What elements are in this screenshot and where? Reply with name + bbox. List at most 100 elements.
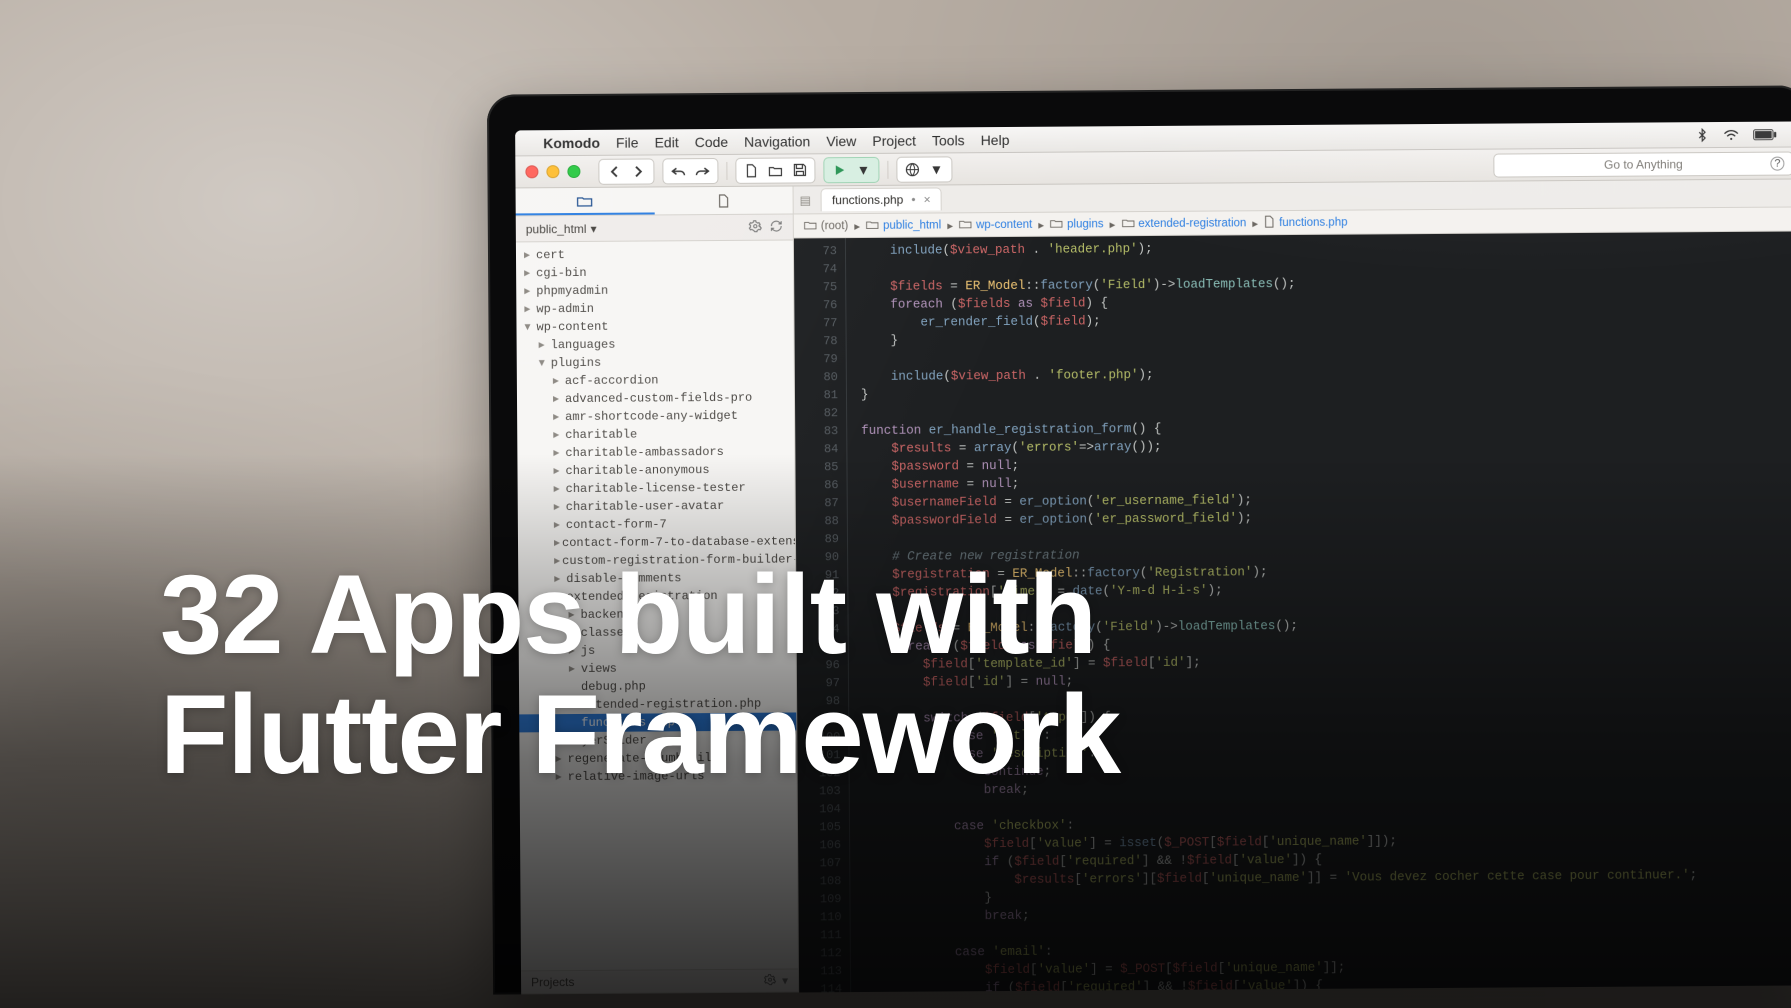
zoom-window-icon[interactable] [567,165,580,178]
laptop-frame: Komodo File Edit Code Navigation View Project… [487,85,1791,994]
sidebar-project-row[interactable]: public_html ▾ [516,214,793,242]
chevron-down-icon[interactable]: ▾ [539,354,549,372]
tree-folder-cert[interactable]: ▸cert [516,244,793,264]
run-dropdown-icon[interactable]: ▾ [854,160,872,178]
sidebar-refresh-icon[interactable] [770,219,783,235]
chevron-right-icon[interactable]: ▸ [524,246,534,264]
chevron-right-icon[interactable]: ▸ [554,480,564,498]
wifi-icon[interactable] [1723,128,1739,140]
save-file-icon[interactable] [790,161,808,179]
chevron-right-icon[interactable]: ▸ [553,372,563,390]
tree-folder-advanced-custom-fields-pro[interactable]: ▸advanced-custom-fields-pro [517,388,794,408]
breadcrumb-separator-icon: ▸ [854,219,860,233]
tree-folder-cgi-bin[interactable]: ▸cgi-bin [516,262,793,282]
sidebar-project-gear-icon[interactable] [749,219,762,235]
chevron-down-icon[interactable]: ▾ [524,318,534,336]
sidebar-tab-files[interactable] [654,186,793,214]
chevron-right-icon[interactable]: ▸ [553,408,563,426]
breadcrumb-item[interactable]: (root) [804,219,849,233]
menubar-item-file[interactable]: File [616,134,639,150]
hero-title-line2: Flutter Framework [160,675,1120,795]
bluetooth-icon[interactable] [1695,128,1709,142]
tree-folder-charitable-license-tester[interactable]: ▸charitable-license-tester [518,478,795,498]
menubar-item-view[interactable]: View [826,133,856,149]
sidebar-project-label: public_html [526,221,587,235]
sidebar-projects-section[interactable]: Projects ▾ [521,968,798,994]
sidebar-projects-gear-icon[interactable] [764,973,776,988]
tree-folder-languages[interactable]: ▸languages [517,334,794,354]
globe-icon [903,160,921,178]
chevron-right-icon[interactable]: ▸ [539,336,549,354]
tree-label: wp-admin [536,300,594,318]
breadcrumb-item[interactable]: extended-registration [1121,216,1246,231]
tab-list-icon[interactable]: ▤ [800,193,811,207]
browser-dropdown-icon[interactable]: ▾ [927,160,945,178]
breadcrumb-item[interactable]: wp-content [959,217,1032,232]
chevron-right-icon[interactable]: ▸ [553,444,563,462]
chevron-right-icon[interactable]: ▸ [524,264,534,282]
tree-folder-wp-content[interactable]: ▾wp-content [516,316,793,336]
sidebar-tab-places[interactable] [516,187,655,215]
breadcrumb-item[interactable]: plugins [1050,217,1104,231]
redo-icon[interactable] [693,162,711,180]
editor-tab-close-icon[interactable]: × [924,193,931,207]
nav-forward-icon[interactable] [629,162,647,180]
open-file-icon[interactable] [766,161,784,179]
goto-anything-search[interactable]: Go to Anything ? [1493,151,1791,177]
tree-label: cert [536,246,565,264]
menubar-item-project[interactable]: Project [872,132,916,148]
menubar-item-code[interactable]: Code [695,133,729,149]
chevron-right-icon[interactable]: ▸ [554,534,560,552]
tree-folder-plugins[interactable]: ▾plugins [517,352,794,372]
breadcrumb-separator-icon: ▸ [1252,216,1258,230]
tree-label: cgi-bin [536,264,587,282]
chevron-right-icon[interactable]: ▸ [553,390,563,408]
tree-label: advanced-custom-fields-pro [565,389,752,408]
new-file-icon[interactable] [742,161,760,179]
undo-redo-group [662,158,718,184]
chevron-right-icon[interactable]: ▸ [524,282,534,300]
sidebar-projects-label: Projects [531,975,574,989]
tree-label: charitable-ambassadors [565,443,724,462]
menubar-item-help[interactable]: Help [981,131,1010,147]
tree-label: contact-form-7 [566,515,667,534]
tree-folder-charitable-ambassadors[interactable]: ▸charitable-ambassadors [517,442,794,462]
tree-folder-contact-form-7-to-database-extension[interactable]: ▸contact-form-7-to-database-extension [518,532,795,552]
run-button[interactable]: ▾ [823,156,879,182]
tree-folder-charitable-user-avatar[interactable]: ▸charitable-user-avatar [518,496,795,516]
menubar-item-navigation[interactable]: Navigation [744,133,810,149]
breadcrumb-item[interactable]: public_html [866,218,941,233]
editor-tab-dirty-icon: • [911,193,915,207]
folder-icon [1121,217,1134,231]
tree-folder-charitable-anonymous[interactable]: ▸charitable-anonymous [517,460,794,480]
breadcrumb-item[interactable]: functions.php [1264,214,1348,231]
undo-icon[interactable] [669,162,687,180]
browser-preview-button[interactable]: ▾ [896,156,952,182]
editor-tab-active[interactable]: functions.php • × [821,187,942,211]
chevron-right-icon[interactable]: ▸ [524,300,534,318]
menubar-app-name[interactable]: Komodo [543,134,600,150]
chevron-right-icon[interactable]: ▸ [553,426,563,444]
tree-folder-charitable[interactable]: ▸charitable [517,424,794,444]
menubar-item-edit[interactable]: Edit [654,134,678,150]
minimize-window-icon[interactable] [546,165,559,178]
menubar-item-tools[interactable]: Tools [932,132,965,148]
chevron-right-icon[interactable]: ▸ [554,498,564,516]
tree-folder-amr-shortcode-any-widget[interactable]: ▸amr-shortcode-any-widget [517,406,794,426]
tree-label: charitable-anonymous [565,461,709,480]
tree-folder-acf-accordion[interactable]: ▸acf-accordion [517,370,794,390]
play-icon [830,161,848,179]
file-actions-group [735,157,815,184]
window-controls[interactable] [525,165,580,178]
close-window-icon[interactable] [525,165,538,178]
tree-label: plugins [551,354,602,372]
breadcrumb-separator-icon: ▸ [1038,217,1044,231]
tree-folder-wp-admin[interactable]: ▸wp-admin [516,298,793,318]
tree-folder-contact-form-7[interactable]: ▸contact-form-7 [518,514,795,534]
tree-folder-phpmyadmin[interactable]: ▸phpmyadmin [516,280,793,300]
nav-back-icon[interactable] [605,162,623,180]
search-help-icon[interactable]: ? [1770,156,1784,170]
chevron-right-icon[interactable]: ▸ [554,516,564,534]
battery-icon[interactable] [1753,128,1777,140]
chevron-right-icon[interactable]: ▸ [553,462,563,480]
